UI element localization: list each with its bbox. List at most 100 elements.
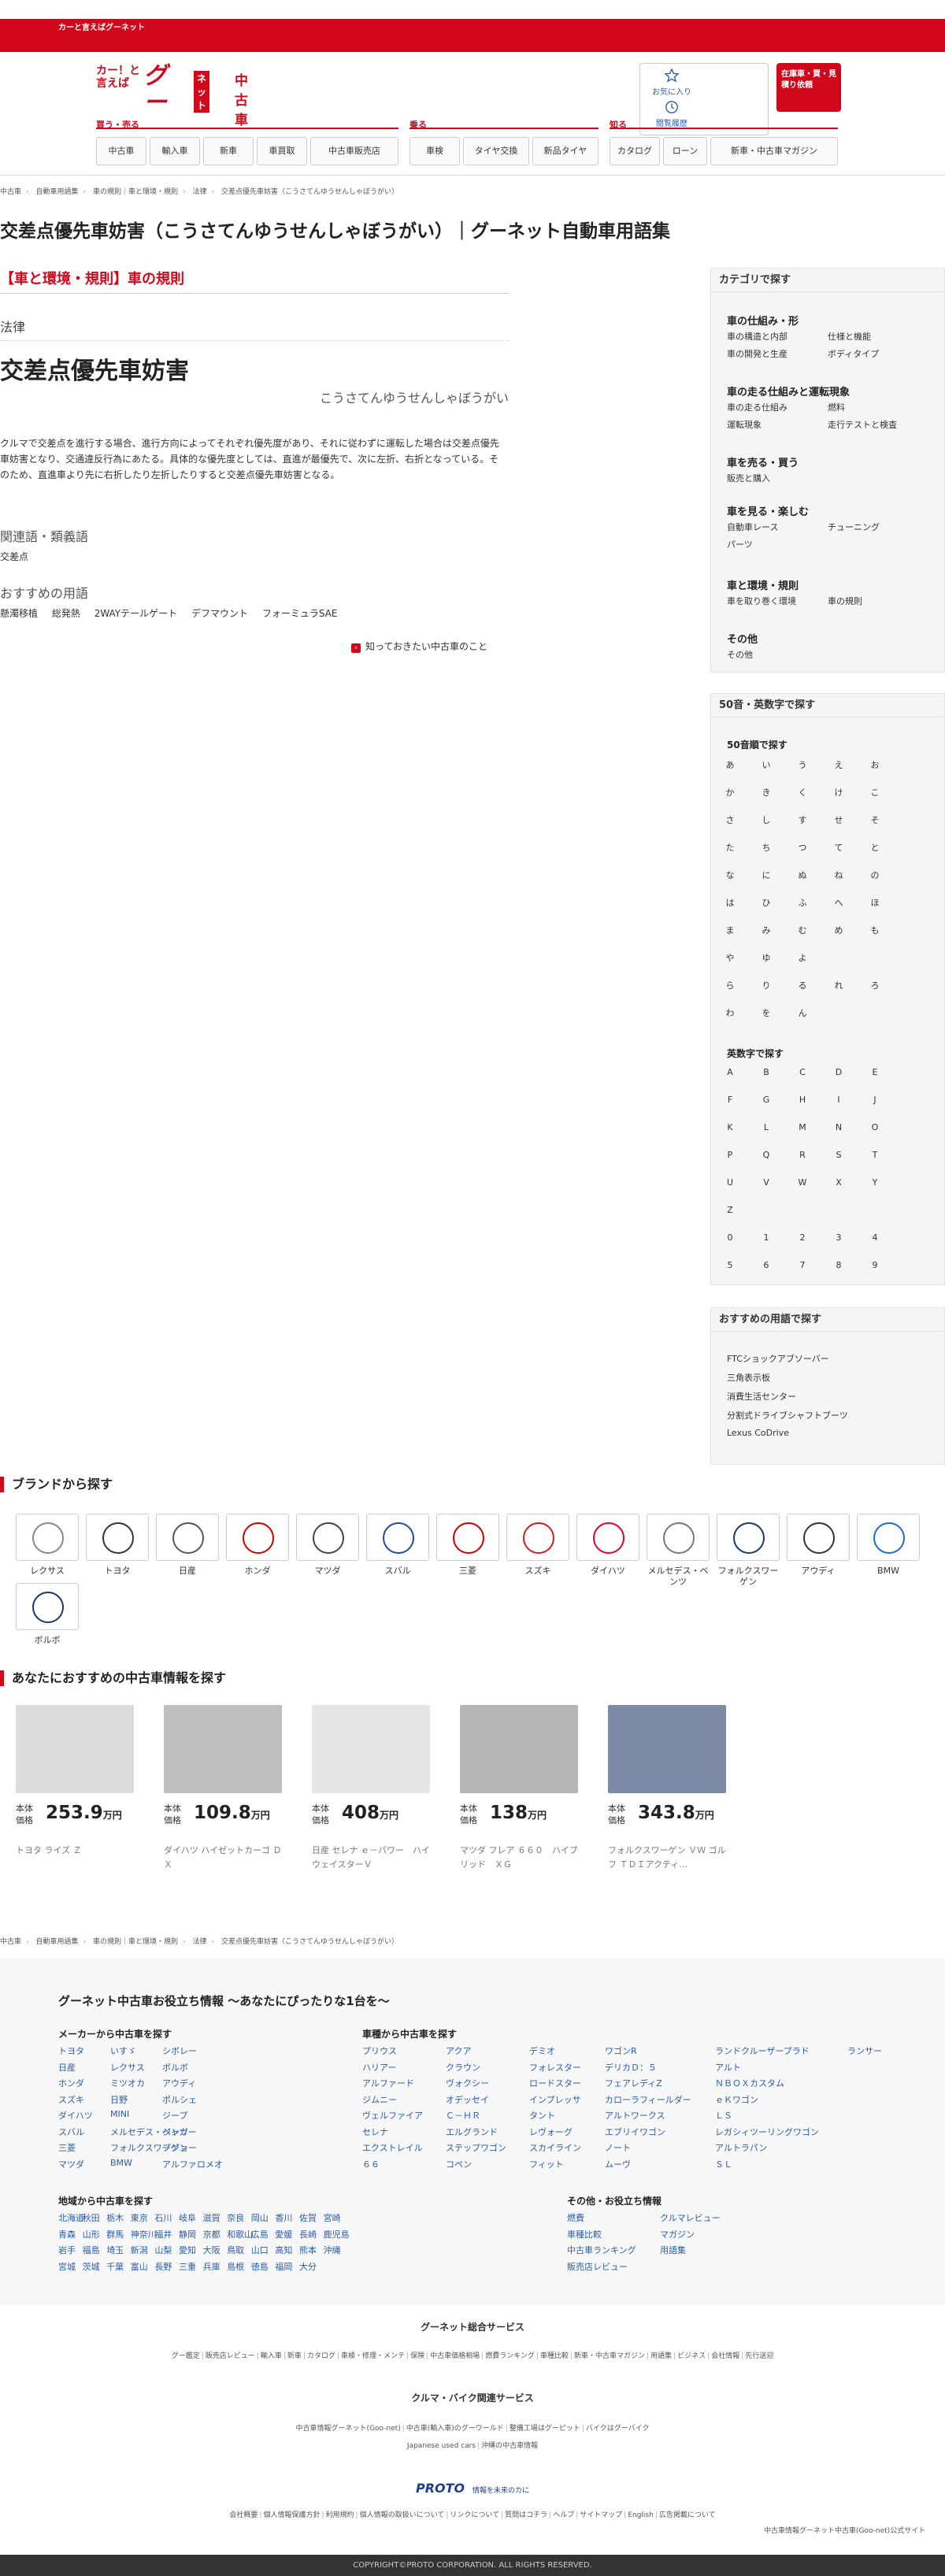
region-link[interactable]: 徳島 bbox=[251, 2260, 269, 2273]
footer-link[interactable]: 質問はコチラ bbox=[505, 2511, 547, 2519]
kana-link[interactable]: に bbox=[758, 869, 774, 881]
model-link[interactable]: フェアレディZ bbox=[605, 2077, 662, 2089]
footer-link[interactable]: 個人情報の取扱いについて bbox=[360, 2511, 445, 2519]
alnum-link[interactable]: Y bbox=[867, 1177, 883, 1188]
region-link[interactable]: 大阪 bbox=[203, 2244, 220, 2256]
recommend-item[interactable]: 三角表示板 bbox=[727, 1371, 770, 1384]
alnum-link[interactable]: F bbox=[722, 1095, 738, 1105]
maker-link[interactable]: トヨタ bbox=[58, 2044, 84, 2057]
footer-link[interactable]: リンクについて bbox=[450, 2511, 499, 2519]
brand-logo[interactable] bbox=[366, 1514, 429, 1561]
region-link[interactable]: 茨城 bbox=[83, 2260, 100, 2273]
maker-link[interactable]: ダイハツ bbox=[58, 2109, 93, 2122]
kana-link[interactable]: く bbox=[795, 786, 810, 799]
alnum-link[interactable]: D bbox=[831, 1067, 847, 1077]
breadcrumb-item[interactable]: 自動車用語集 bbox=[36, 1938, 79, 1946]
service-link[interactable]: 中古車価格相場 bbox=[430, 2352, 480, 2360]
nav-new-tire[interactable]: 新品タイヤ bbox=[532, 137, 598, 165]
alnum-link[interactable]: W bbox=[795, 1177, 810, 1188]
car-card[interactable]: 本体価格 408万円 日産 セレナ ｅ－パワー ハイウェイスターＶ bbox=[312, 1705, 430, 1870]
brand-logo[interactable] bbox=[16, 1583, 79, 1630]
brand-logo[interactable] bbox=[226, 1514, 289, 1561]
kana-link[interactable]: せ bbox=[831, 814, 847, 826]
sidebar-item[interactable]: パーツ bbox=[727, 538, 753, 550]
brand-name[interactable]: フォルクスワーゲン bbox=[717, 1566, 780, 1588]
model-link[interactable]: Ｃ－ＨＲ bbox=[446, 2109, 480, 2122]
breadcrumb-item[interactable]: 自動車用語集 bbox=[36, 188, 79, 196]
sidebar-item[interactable]: その他 bbox=[727, 648, 753, 661]
kana-link[interactable]: ち bbox=[758, 841, 774, 854]
alnum-link[interactable]: K bbox=[722, 1122, 738, 1132]
model-link[interactable]: エクストレイル bbox=[362, 2141, 423, 2154]
model-link[interactable]: アクア bbox=[446, 2044, 471, 2057]
model-link[interactable]: エブリイワゴン bbox=[605, 2126, 665, 2138]
region-link[interactable]: 山梨 bbox=[154, 2244, 172, 2256]
kana-link[interactable]: な bbox=[722, 869, 738, 881]
brand-name[interactable]: 日産 bbox=[156, 1566, 219, 1577]
recommend-term-link[interactable]: 総発熱 bbox=[52, 608, 80, 619]
maker-link[interactable]: 三菱 bbox=[58, 2141, 76, 2154]
model-link[interactable]: ムーヴ bbox=[605, 2158, 631, 2170]
model-link[interactable]: アルトラパン bbox=[715, 2141, 767, 2154]
model-link[interactable]: コペン bbox=[446, 2158, 472, 2170]
kana-link[interactable]: け bbox=[831, 786, 847, 799]
other-link[interactable]: 販売店レビュー bbox=[567, 2260, 628, 2273]
maker-link[interactable]: レクサス bbox=[110, 2061, 145, 2074]
region-link[interactable]: 岩手 bbox=[58, 2244, 76, 2256]
region-link[interactable]: 千葉 bbox=[106, 2260, 124, 2273]
alnum-link[interactable]: Q bbox=[758, 1150, 774, 1160]
model-link[interactable]: ＮＢＯＸカスタム bbox=[715, 2077, 784, 2089]
model-link[interactable]: ステップワゴン bbox=[446, 2141, 506, 2154]
model-link[interactable]: ヴォクシー bbox=[446, 2077, 489, 2089]
region-link[interactable]: 和歌山 bbox=[227, 2228, 253, 2241]
sidebar-item[interactable]: 自動車レース bbox=[727, 521, 778, 533]
region-link[interactable]: 富山 bbox=[131, 2260, 148, 2273]
maker-link[interactable]: 日野 bbox=[110, 2093, 128, 2106]
model-link[interactable]: ジムニー bbox=[362, 2093, 397, 2106]
brand-logo[interactable] bbox=[647, 1514, 710, 1561]
brand-logo[interactable] bbox=[506, 1514, 569, 1561]
model-link[interactable]: ６６ bbox=[362, 2158, 380, 2170]
kana-link[interactable]: わ bbox=[722, 1006, 738, 1019]
footer-link[interactable]: English bbox=[628, 2511, 654, 2519]
region-link[interactable]: 滋賀 bbox=[203, 2211, 220, 2224]
service-link[interactable]: 輸入車 bbox=[261, 2352, 282, 2360]
service-link[interactable]: ビジネス bbox=[677, 2352, 706, 2360]
kana-link[interactable]: さ bbox=[722, 814, 738, 826]
other-link[interactable]: クルマレビュー bbox=[660, 2211, 721, 2224]
region-link[interactable]: 鹿児島 bbox=[324, 2228, 350, 2241]
region-link[interactable]: 沖縄 bbox=[324, 2244, 341, 2256]
kana-link[interactable]: も bbox=[867, 924, 883, 936]
kana-link[interactable]: し bbox=[758, 814, 774, 826]
alnum-link[interactable]: 6 bbox=[758, 1260, 774, 1270]
model-link[interactable]: ＳＬ bbox=[715, 2158, 732, 2170]
other-link[interactable]: 用語集 bbox=[660, 2244, 686, 2256]
brand-name[interactable]: ボルボ bbox=[16, 1635, 79, 1646]
kana-link[interactable]: た bbox=[722, 841, 738, 854]
car-card[interactable]: 本体価格 138万円 マツダ フレア ６６０ ハイブリッド ＸＧ bbox=[460, 1705, 578, 1870]
sidebar-item[interactable]: 販売と購入 bbox=[727, 472, 770, 484]
model-link[interactable]: セレナ bbox=[362, 2126, 388, 2138]
maker-link[interactable]: アルファロメオ bbox=[162, 2158, 223, 2170]
alnum-link[interactable]: 1 bbox=[758, 1232, 774, 1243]
brand-name[interactable]: マツダ bbox=[296, 1566, 359, 1577]
service-link[interactable]: 保険 bbox=[410, 2352, 424, 2360]
kana-link[interactable]: え bbox=[831, 758, 847, 771]
sidebar-item[interactable]: 車を取り巻く環境 bbox=[727, 595, 796, 607]
maker-link[interactable]: ボルボ bbox=[162, 2061, 188, 2074]
region-link[interactable]: 神奈川 bbox=[131, 2228, 157, 2241]
alnum-link[interactable]: Z bbox=[722, 1205, 738, 1215]
alnum-link[interactable]: M bbox=[795, 1122, 810, 1132]
kana-link[interactable]: み bbox=[758, 924, 774, 936]
brand-logo[interactable] bbox=[717, 1514, 780, 1561]
model-link[interactable]: エルグランド bbox=[446, 2126, 498, 2138]
know-used-car-link[interactable]: › 知っておきたい中古車のこと bbox=[351, 639, 487, 653]
kana-link[interactable]: へ bbox=[831, 896, 847, 909]
brand-name[interactable]: スズキ bbox=[506, 1566, 569, 1577]
service-link[interactable]: カタログ bbox=[307, 2352, 335, 2360]
car-card[interactable]: 本体価格 343.8万円 フォルクスワーゲン ＶＷ ゴルフ ＴＤＩアクティ… bbox=[608, 1705, 726, 1870]
breadcrumb-item[interactable]: 法律 bbox=[193, 1938, 207, 1946]
brand-logo[interactable] bbox=[156, 1514, 219, 1561]
kana-link[interactable]: い bbox=[758, 758, 774, 771]
kana-link[interactable]: か bbox=[722, 786, 738, 799]
